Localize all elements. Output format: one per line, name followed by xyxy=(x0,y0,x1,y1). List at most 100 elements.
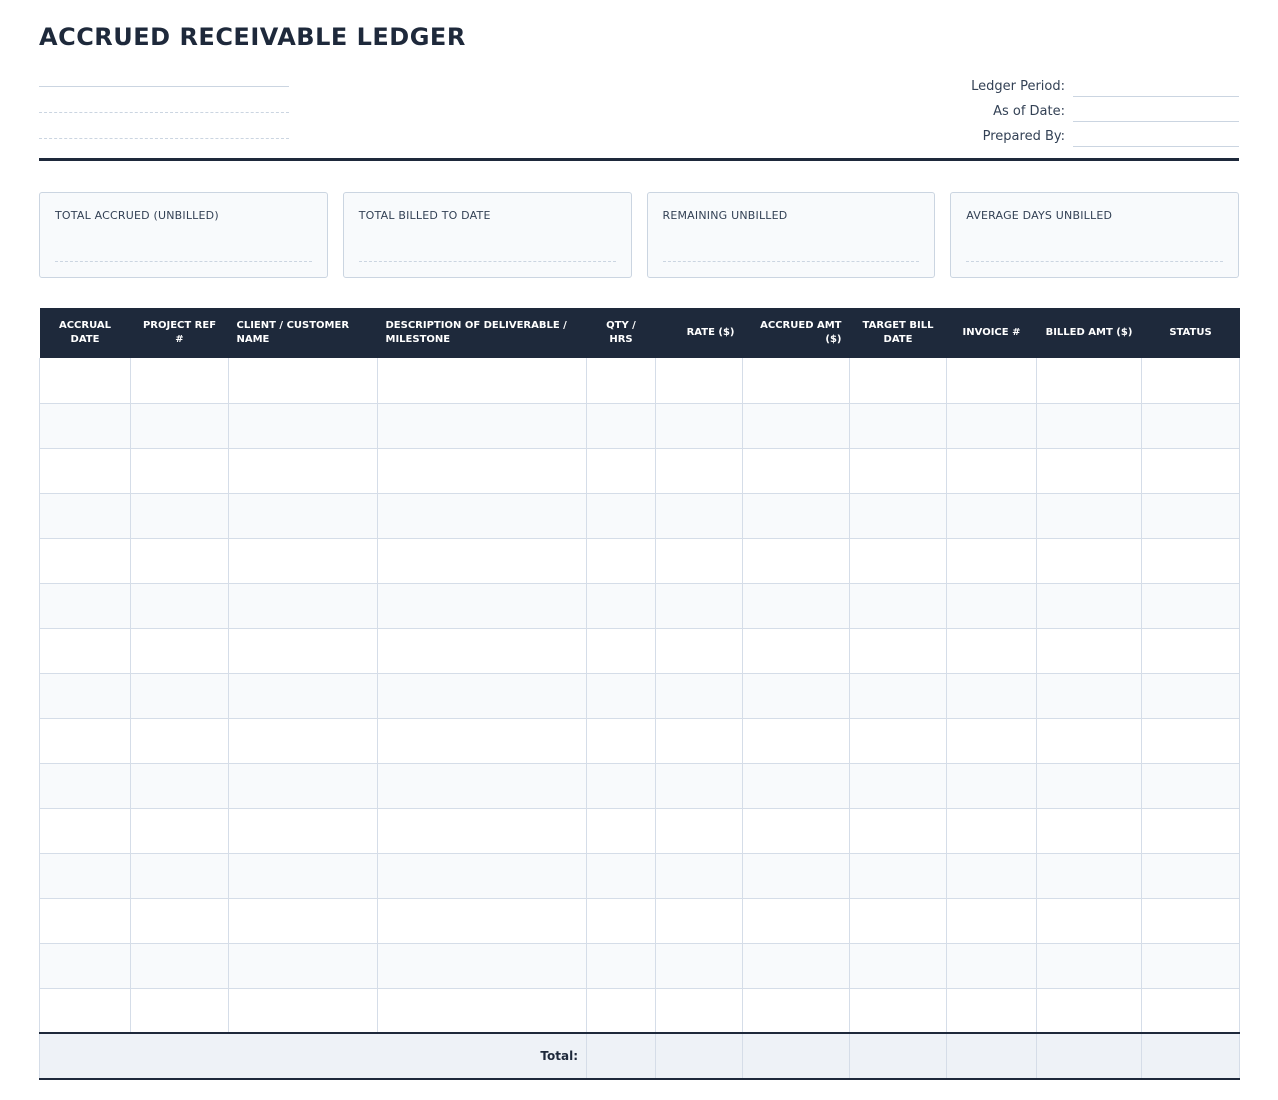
as-of-date-field[interactable] xyxy=(1073,101,1239,122)
table-cell[interactable] xyxy=(130,447,229,494)
table-cell[interactable] xyxy=(130,537,229,584)
table-cell[interactable] xyxy=(655,762,743,809)
table-cell[interactable] xyxy=(946,807,1037,854)
table-cell[interactable] xyxy=(1141,717,1240,764)
table-cell[interactable] xyxy=(946,672,1037,719)
table-cell[interactable] xyxy=(39,627,131,674)
table-cell[interactable] xyxy=(849,807,947,854)
total-cell-status[interactable] xyxy=(1141,1032,1240,1080)
table-cell[interactable] xyxy=(377,807,587,854)
table-cell[interactable] xyxy=(946,942,1037,989)
table-cell[interactable] xyxy=(849,987,947,1034)
table-cell[interactable] xyxy=(228,447,378,494)
table-cell[interactable] xyxy=(1141,447,1240,494)
table-cell[interactable] xyxy=(849,672,947,719)
table-cell[interactable] xyxy=(1036,762,1142,809)
table-cell[interactable] xyxy=(377,402,587,449)
table-cell[interactable] xyxy=(1036,987,1142,1034)
table-cell[interactable] xyxy=(586,627,656,674)
table-cell[interactable] xyxy=(586,537,656,584)
table-cell[interactable] xyxy=(130,402,229,449)
table-cell[interactable] xyxy=(849,358,947,404)
table-cell[interactable] xyxy=(1141,897,1240,944)
table-cell[interactable] xyxy=(1036,358,1142,404)
table-cell[interactable] xyxy=(1141,627,1240,674)
table-cell[interactable] xyxy=(39,807,131,854)
table-cell[interactable] xyxy=(1141,358,1240,404)
table-cell[interactable] xyxy=(946,762,1037,809)
table-cell[interactable] xyxy=(130,492,229,539)
table-cell[interactable] xyxy=(946,447,1037,494)
table-cell[interactable] xyxy=(1036,852,1142,899)
table-cell[interactable] xyxy=(742,942,850,989)
table-cell[interactable] xyxy=(130,942,229,989)
total-cell-target-bill-date[interactable] xyxy=(849,1032,947,1080)
table-cell[interactable] xyxy=(849,852,947,899)
total-cell-rate[interactable] xyxy=(655,1032,743,1080)
table-cell[interactable] xyxy=(377,358,587,404)
table-cell[interactable] xyxy=(655,447,743,494)
table-cell[interactable] xyxy=(377,897,587,944)
table-cell[interactable] xyxy=(228,987,378,1034)
table-cell[interactable] xyxy=(1036,537,1142,584)
table-cell[interactable] xyxy=(1141,762,1240,809)
table-cell[interactable] xyxy=(377,627,587,674)
table-cell[interactable] xyxy=(1036,627,1142,674)
table-cell[interactable] xyxy=(1036,717,1142,764)
table-cell[interactable] xyxy=(130,582,229,629)
table-cell[interactable] xyxy=(742,402,850,449)
table-cell[interactable] xyxy=(742,762,850,809)
table-cell[interactable] xyxy=(1141,492,1240,539)
table-cell[interactable] xyxy=(655,807,743,854)
table-cell[interactable] xyxy=(228,402,378,449)
table-cell[interactable] xyxy=(586,807,656,854)
table-cell[interactable] xyxy=(377,852,587,899)
table-cell[interactable] xyxy=(586,762,656,809)
table-cell[interactable] xyxy=(377,762,587,809)
table-cell[interactable] xyxy=(1036,942,1142,989)
table-cell[interactable] xyxy=(39,492,131,539)
summary-card-value-line[interactable] xyxy=(966,261,1223,262)
table-cell[interactable] xyxy=(946,537,1037,584)
total-cell-qty-hrs[interactable] xyxy=(586,1032,656,1080)
table-cell[interactable] xyxy=(946,897,1037,944)
table-cell[interactable] xyxy=(742,852,850,899)
table-cell[interactable] xyxy=(130,358,229,404)
table-cell[interactable] xyxy=(586,717,656,764)
table-cell[interactable] xyxy=(1036,447,1142,494)
summary-card-value-line[interactable] xyxy=(55,261,312,262)
table-cell[interactable] xyxy=(1141,582,1240,629)
table-cell[interactable] xyxy=(655,537,743,584)
table-cell[interactable] xyxy=(1036,492,1142,539)
table-cell[interactable] xyxy=(655,672,743,719)
table-cell[interactable] xyxy=(742,672,850,719)
table-cell[interactable] xyxy=(655,987,743,1034)
company-address-line[interactable] xyxy=(39,112,289,113)
table-cell[interactable] xyxy=(742,447,850,494)
table-cell[interactable] xyxy=(377,582,587,629)
company-name-line[interactable] xyxy=(39,86,289,87)
table-cell[interactable] xyxy=(228,762,378,809)
table-cell[interactable] xyxy=(586,987,656,1034)
table-cell[interactable] xyxy=(849,447,947,494)
table-cell[interactable] xyxy=(849,942,947,989)
table-cell[interactable] xyxy=(39,762,131,809)
table-cell[interactable] xyxy=(130,762,229,809)
total-cell-accrued-amt[interactable] xyxy=(742,1032,850,1080)
table-cell[interactable] xyxy=(655,942,743,989)
table-cell[interactable] xyxy=(39,537,131,584)
table-cell[interactable] xyxy=(39,358,131,404)
table-cell[interactable] xyxy=(130,807,229,854)
table-cell[interactable] xyxy=(849,627,947,674)
summary-card-value-line[interactable] xyxy=(662,261,920,262)
table-cell[interactable] xyxy=(849,492,947,539)
table-cell[interactable] xyxy=(849,897,947,944)
company-contact-line[interactable] xyxy=(39,138,289,139)
table-cell[interactable] xyxy=(849,762,947,809)
table-cell[interactable] xyxy=(655,627,743,674)
table-cell[interactable] xyxy=(39,447,131,494)
table-cell[interactable] xyxy=(742,358,850,404)
table-cell[interactable] xyxy=(742,807,850,854)
table-cell[interactable] xyxy=(228,717,378,764)
table-cell[interactable] xyxy=(1141,807,1240,854)
